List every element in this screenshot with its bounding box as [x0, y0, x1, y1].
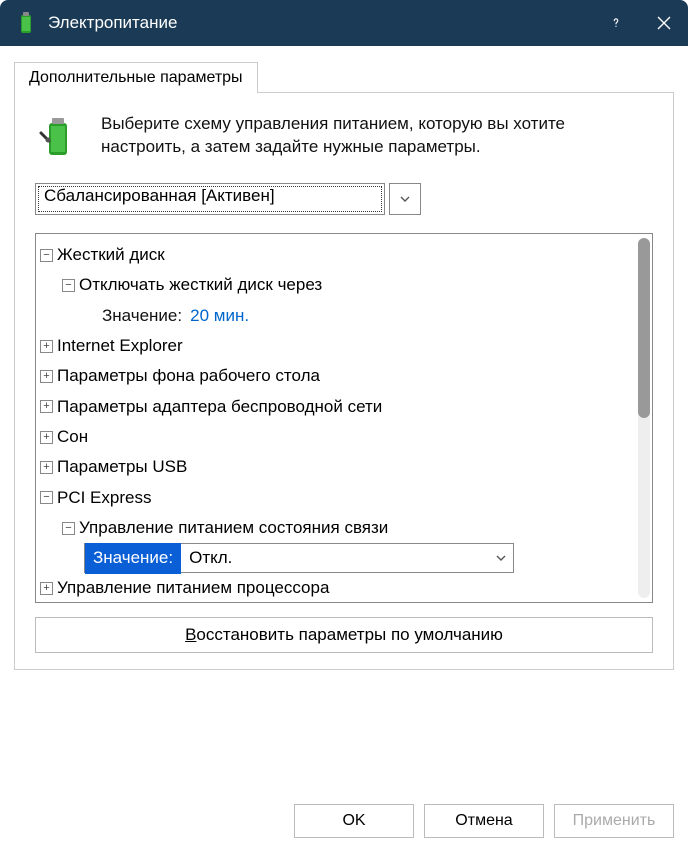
chevron-down-icon[interactable]	[489, 553, 513, 563]
restore-defaults-button[interactable]: Восстановить параметры по умолчанию	[35, 617, 653, 653]
expand-icon[interactable]: +	[40, 340, 53, 353]
pci-value: Откл.	[181, 543, 489, 573]
help-button[interactable]	[592, 0, 640, 46]
collapse-icon[interactable]: −	[62, 522, 75, 535]
tree-item-pci-link[interactable]: Управление питанием состояния связи	[79, 515, 388, 541]
dialog-footer: OK Отмена Применить	[294, 804, 674, 838]
tree-item-ie[interactable]: Internet Explorer	[57, 333, 183, 359]
expand-icon[interactable]: +	[40, 461, 53, 474]
hdd-value[interactable]: 20 мин.	[190, 303, 249, 329]
tree-item-hdd[interactable]: Жесткий диск	[57, 242, 165, 268]
value-label-selected: Значение:	[85, 543, 181, 573]
apply-button: Применить	[554, 804, 674, 838]
expand-icon[interactable]: +	[40, 582, 53, 595]
ok-button[interactable]: OK	[294, 804, 414, 838]
intro-text: Выберите схему управления питанием, кото…	[101, 113, 653, 161]
tree-item-hdd-off[interactable]: Отключать жесткий диск через	[79, 272, 322, 298]
titlebar: Электропитание	[0, 0, 688, 46]
collapse-icon[interactable]: −	[40, 249, 53, 262]
tree-item-pci[interactable]: PCI Express	[57, 485, 151, 511]
power-plan-select[interactable]: Сбалансированная [Активен]	[35, 183, 385, 215]
tree-item-desktop[interactable]: Параметры фона рабочего стола	[57, 363, 320, 389]
value-label: Значение:	[102, 303, 182, 329]
collapse-icon[interactable]: −	[62, 279, 75, 292]
window-title: Электропитание	[48, 13, 592, 33]
dialog-content: Дополнительные параметры Выберите схему …	[0, 46, 688, 852]
power-plan-dropdown-button[interactable]	[389, 183, 421, 215]
power-plan-icon	[35, 113, 83, 161]
scrollbar-thumb[interactable]	[638, 238, 650, 418]
tree-item-wifi[interactable]: Параметры адаптера беспроводной сети	[57, 394, 382, 420]
cancel-button[interactable]: Отмена	[424, 804, 544, 838]
tree-item-sleep[interactable]: Сон	[57, 424, 88, 450]
expand-icon[interactable]: +	[40, 370, 53, 383]
tab-body: Выберите схему управления питанием, кото…	[14, 92, 674, 670]
tree-item-cpu[interactable]: Управление питанием процессора	[57, 575, 329, 601]
close-button[interactable]	[640, 0, 688, 46]
collapse-icon[interactable]: −	[40, 491, 53, 504]
expand-icon[interactable]: +	[40, 400, 53, 413]
tab-advanced[interactable]: Дополнительные параметры	[14, 62, 258, 93]
expand-icon[interactable]: +	[40, 431, 53, 444]
settings-tree: − Жесткий диск − Отключать жесткий диск …	[35, 233, 653, 603]
battery-icon	[14, 11, 38, 35]
tree-item-usb[interactable]: Параметры USB	[57, 454, 187, 480]
pci-value-select[interactable]: Значение: Откл.	[84, 543, 514, 573]
